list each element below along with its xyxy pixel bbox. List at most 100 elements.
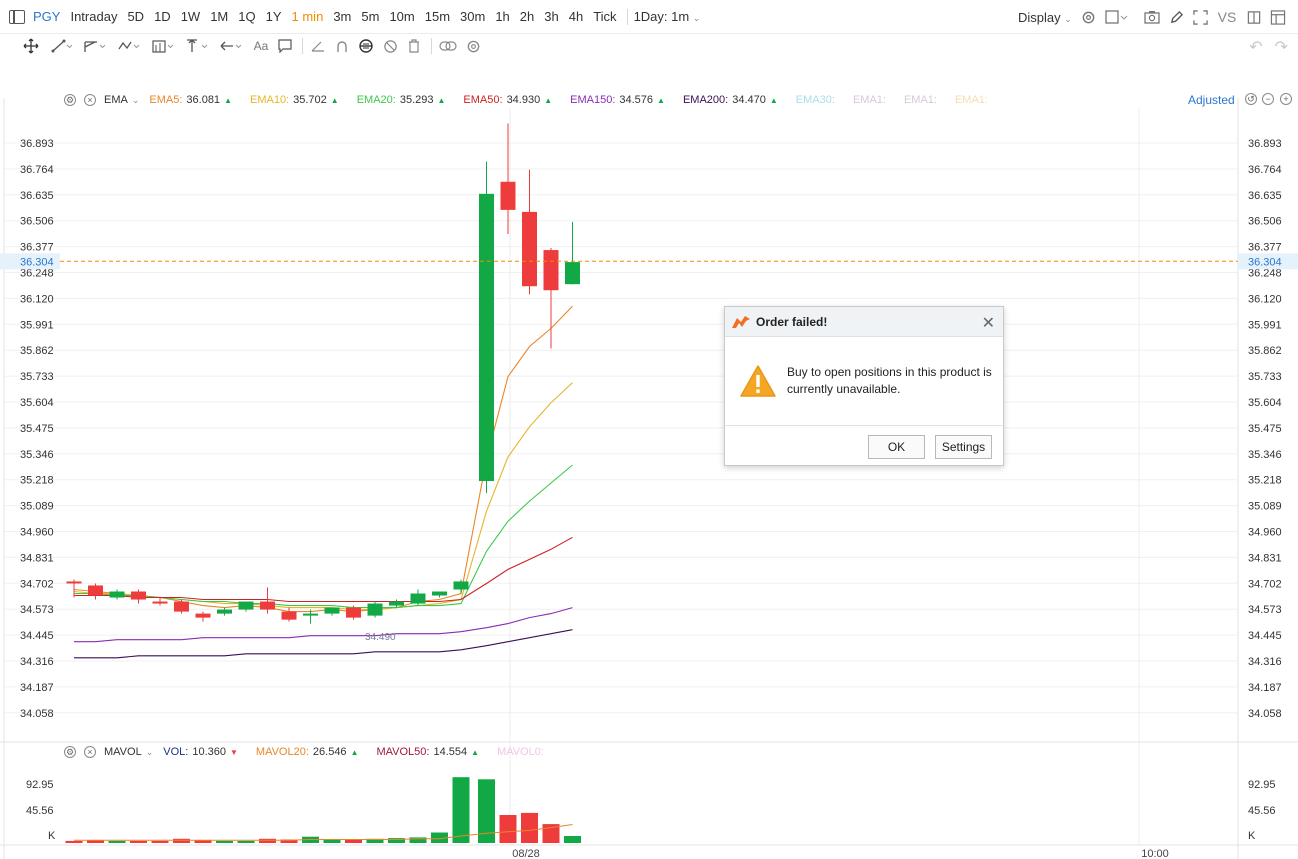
- volume-bar: [323, 839, 341, 843]
- order-failed-dialog: Order failed! ✕ Buy to open positions in…: [724, 306, 1004, 466]
- fullscreen-icon[interactable]: [1192, 9, 1208, 25]
- legend-value: 35.702: [293, 94, 327, 106]
- chevron-down-icon[interactable]: ⌄: [146, 747, 154, 758]
- interval-3m[interactable]: 3m: [333, 9, 351, 24]
- legend-item-ema1[interactable]: EMA1:: [955, 94, 988, 106]
- ema-legend-items: EMA5: 36.081 ▲ EMA10: 35.702 ▲ EMA20: 35.293 ▲ EM…: [149, 94, 1006, 106]
- indicator-name[interactable]: EMA: [104, 94, 128, 106]
- close-icon[interactable]: ✕: [982, 313, 995, 333]
- range-select[interactable]: 1Day: 1m ⌄: [634, 9, 701, 24]
- pattern-tool-icon[interactable]: [116, 37, 144, 55]
- interval-1h[interactable]: 1h: [495, 9, 509, 24]
- crosshair-move-icon[interactable]: [22, 37, 40, 55]
- hide-drawings-icon[interactable]: [381, 37, 399, 55]
- legend-item-ema1[interactable]: EMA1:: [853, 94, 886, 106]
- pencil-icon[interactable]: [1168, 9, 1184, 25]
- channel-tool-icon[interactable]: [82, 37, 110, 55]
- legend-item-ema150[interactable]: EMA150: 34.576 ▲: [570, 94, 665, 106]
- interval-2h[interactable]: 2h: [520, 9, 534, 24]
- price-axis-tick-right: 35.218: [1248, 475, 1282, 487]
- lock-drawings-icon[interactable]: [357, 37, 375, 55]
- legend-item-ema1[interactable]: EMA1:: [904, 94, 937, 106]
- collapse-icon[interactable]: −: [1262, 93, 1274, 105]
- display-button[interactable]: Display ⌄: [1018, 10, 1072, 25]
- interval-4h[interactable]: 4h: [569, 9, 583, 24]
- comment-tool-icon[interactable]: [276, 37, 294, 55]
- sidebar-toggle-icon[interactable]: [9, 9, 25, 24]
- legend-item-ema50[interactable]: EMA50: 34.930 ▲: [463, 94, 552, 106]
- legend-item-mavol50[interactable]: MAVOL50: 14.554 ▲: [376, 746, 479, 758]
- book-icon[interactable]: [1246, 9, 1262, 25]
- text-tool-icon[interactable]: Aa: [252, 37, 270, 55]
- legend-item-mavol20[interactable]: MAVOL20: 26.546 ▲: [256, 746, 359, 758]
- interval-3h[interactable]: 3h: [544, 9, 558, 24]
- interval-1m[interactable]: 1M: [210, 9, 228, 24]
- interval-10m[interactable]: 10m: [389, 9, 414, 24]
- legend-item-ema10[interactable]: EMA10: 35.702 ▲: [250, 94, 339, 106]
- undo-icon[interactable]: ↶: [1249, 37, 1262, 57]
- ema-legend: ⚙ × EMA ⌄ EMA5: 36.081 ▲ EMA10: 35.702 ▲ EMA20…: [64, 91, 1006, 109]
- price-axis-tick-right: 36.764: [1248, 164, 1282, 176]
- indicator-remove-icon[interactable]: ×: [84, 94, 96, 106]
- trendline-tool-icon[interactable]: [50, 37, 76, 55]
- fibonacci-tool-icon[interactable]: [150, 37, 178, 55]
- magnet-icon[interactable]: [333, 37, 351, 55]
- legend-item-mavol0[interactable]: MAVOL0:: [497, 746, 544, 758]
- interval-1q[interactable]: 1Q: [238, 9, 255, 24]
- symbol-label[interactable]: PGY: [33, 9, 60, 24]
- interval-1-min[interactable]: 1 min: [292, 9, 324, 24]
- legend-item-ema5[interactable]: EMA5: 36.081 ▲: [149, 94, 232, 106]
- volume-bar: [216, 840, 233, 843]
- price-axis-tick-left: 36.506: [20, 216, 54, 228]
- chevron-down-icon[interactable]: ⌄: [132, 95, 140, 106]
- candle: [479, 161, 494, 494]
- expand-icon[interactable]: +: [1280, 93, 1292, 105]
- interval-5m[interactable]: 5m: [361, 9, 379, 24]
- candle: [500, 123, 516, 234]
- layout-square-icon[interactable]: [1104, 9, 1130, 25]
- interval-1d[interactable]: 1D: [154, 9, 171, 24]
- interval-30m[interactable]: 30m: [460, 9, 485, 24]
- adjusted-label[interactable]: Adjusted: [1188, 93, 1236, 107]
- candle-body: [109, 591, 125, 598]
- legend-item-ema200[interactable]: EMA200: 34.470 ▲: [683, 94, 778, 106]
- legend-item-ema30[interactable]: EMA30:: [796, 94, 835, 106]
- interval-1w[interactable]: 1W: [181, 9, 201, 24]
- trash-icon[interactable]: [405, 37, 423, 55]
- settings-gear-icon[interactable]: [1080, 9, 1096, 25]
- volume-bar: [65, 840, 83, 843]
- candle: [131, 589, 146, 604]
- interval-tick[interactable]: Tick: [593, 9, 616, 24]
- volume-settings-gear-icon[interactable]: ⚙: [64, 746, 76, 758]
- interval-15m[interactable]: 15m: [425, 9, 450, 24]
- drawing-settings-gear-icon[interactable]: [464, 37, 482, 55]
- redo-icon[interactable]: ↷: [1275, 37, 1288, 57]
- angle-tool-icon[interactable]: [309, 37, 327, 55]
- price-chart[interactable]: 34.490 36.893 36.893 36.764 36.764 36.635 36.…: [0, 58, 1298, 859]
- compare-vs-button[interactable]: VS: [1216, 9, 1238, 25]
- volume-remove-icon[interactable]: ×: [84, 746, 96, 758]
- trend-up-icon: ▲: [350, 748, 359, 757]
- panel-layout-icon[interactable]: [1270, 9, 1286, 25]
- trend-up-icon: ▲: [471, 748, 480, 757]
- volume-bars: [65, 777, 581, 843]
- arrow-tool-icon[interactable]: [218, 37, 246, 55]
- price-axis-tick-left: 34.702: [20, 578, 54, 590]
- settings-button[interactable]: Settings: [935, 435, 992, 459]
- price-axis-tick-right: 34.187: [1248, 682, 1282, 694]
- camera-icon[interactable]: [1144, 9, 1160, 25]
- candle: [367, 601, 383, 618]
- indicator-settings-gear-icon[interactable]: ⚙: [64, 94, 76, 106]
- interval-5d[interactable]: 5D: [127, 9, 144, 24]
- interval-1y[interactable]: 1Y: [266, 9, 282, 24]
- interval-intraday[interactable]: Intraday: [70, 9, 117, 24]
- price-axis-tick-left: 36.120: [20, 293, 54, 305]
- link-icon[interactable]: [438, 37, 458, 55]
- refresh-icon[interactable]: ↺: [1245, 93, 1257, 105]
- volume-bar: [452, 777, 470, 843]
- measure-tool-icon[interactable]: [184, 37, 212, 55]
- volume-indicator-name[interactable]: MAVOL: [104, 746, 142, 758]
- ok-button[interactable]: OK: [868, 435, 925, 459]
- legend-item-ema20[interactable]: EMA20: 35.293 ▲: [357, 94, 446, 106]
- legend-item-vol[interactable]: VOL: 10.360 ▼: [163, 746, 238, 758]
